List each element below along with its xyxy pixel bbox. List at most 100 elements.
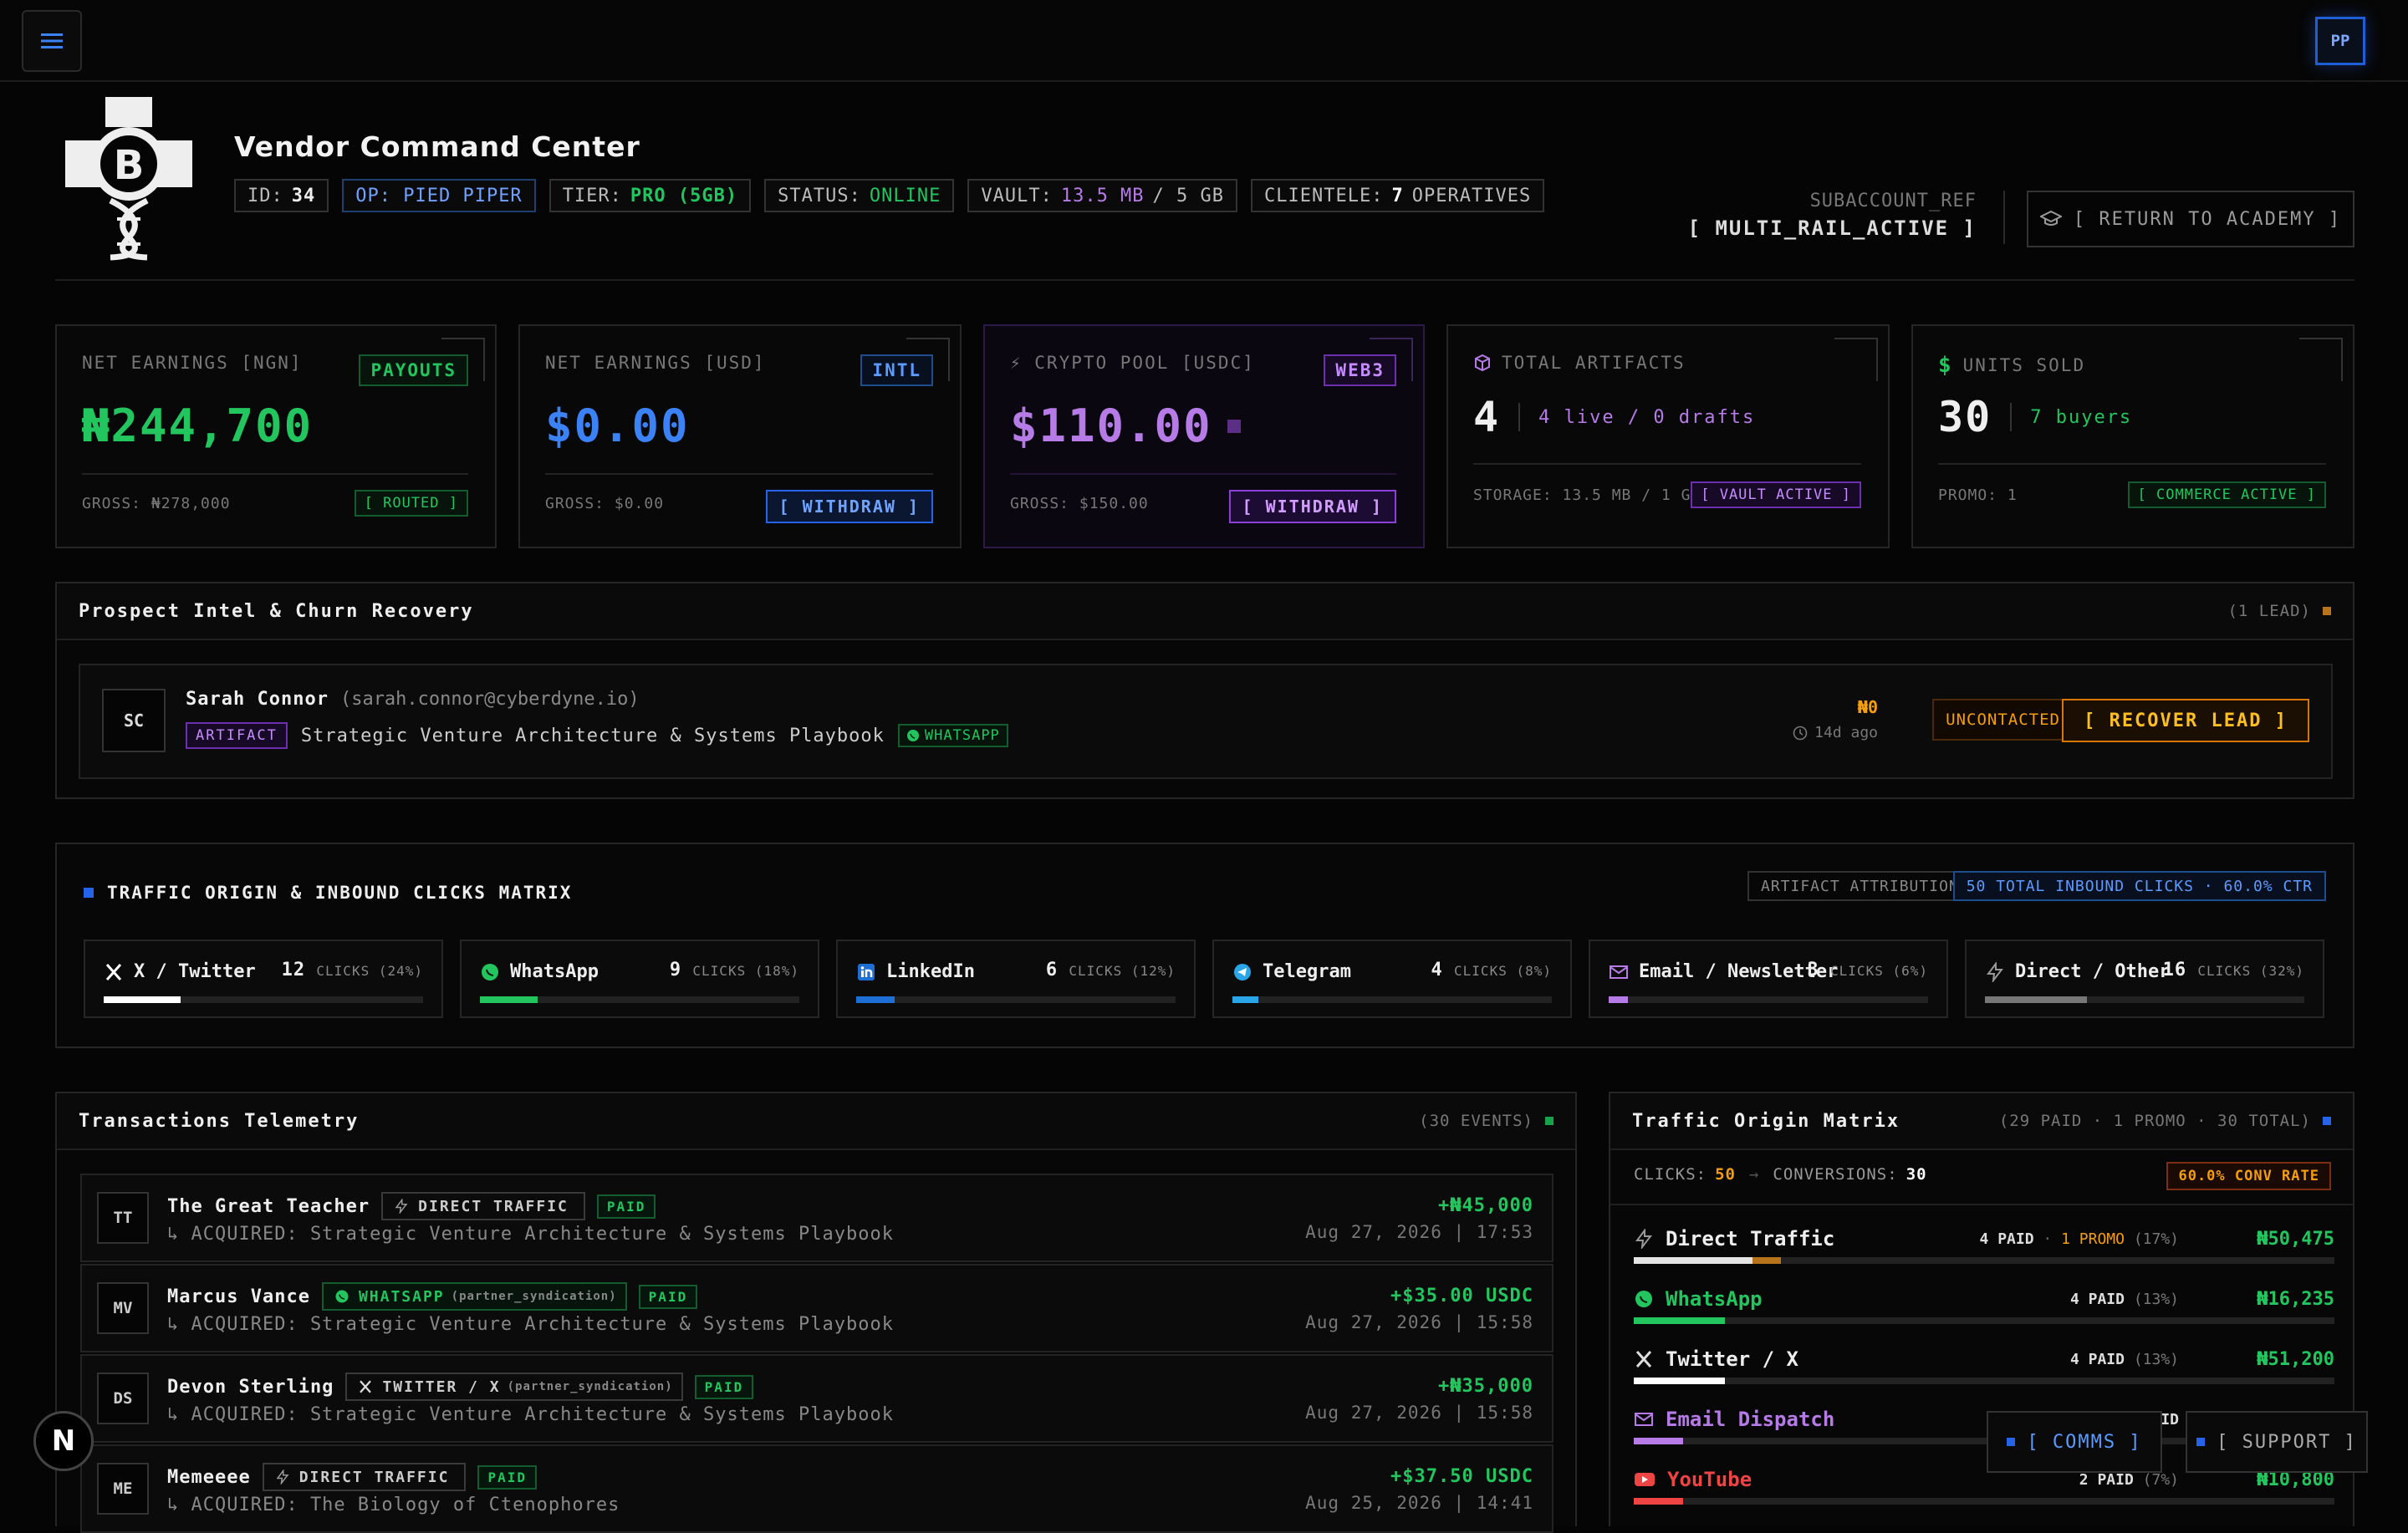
withdraw-usd-button[interactable]: [ WITHDRAW ] — [765, 490, 933, 523]
vault-chip-label: VAULT: — [981, 185, 1053, 206]
top-bar: PP — [0, 0, 2408, 82]
origin-row[interactable]: WhatsApp 4 PAID (13%) ₦16,235 — [1634, 1287, 2334, 1346]
tier-chip: TIER: PRO (5GB) — [548, 179, 752, 212]
panel-header: Traffic Origin Matrix (29 PAID · 1 PROMO… — [1610, 1093, 2353, 1150]
hamburger-icon — [41, 33, 63, 48]
traffic-matrix-header: TRAFFIC ORIGIN & INBOUND CLICKS MATRIX — [84, 883, 572, 903]
artifact-attribution-button[interactable]: ARTIFACT ATTRIBUTION — [1747, 871, 1972, 901]
panel-title: Traffic Origin Matrix — [1632, 1110, 1900, 1132]
traffic-source-card[interactable]: WhatsApp 9 CLICKS (18%) — [460, 940, 819, 1018]
lead-age-row: 14d ago — [1793, 724, 1878, 741]
clientele-chip-label: CLIENTELE: — [1264, 185, 1384, 206]
menu-button[interactable] — [22, 10, 82, 72]
next-dev-badge[interactable]: N — [33, 1411, 94, 1471]
source-chip: DIRECT TRAFFIC — [381, 1192, 585, 1220]
paid-badge: PAID — [596, 1194, 656, 1219]
page-title: Vendor Command Center — [234, 130, 640, 163]
svg-text:B: B — [114, 142, 145, 189]
buyers-count: 7 buyers — [2030, 406, 2133, 428]
comms-button[interactable]: [ COMMS ] — [1987, 1411, 2162, 1473]
origin-paid: 4 PAID — [2069, 1351, 2125, 1368]
mail-icon — [1634, 1409, 1654, 1429]
acquired-product: ↳ ACQUIRED: The Biology of Ctenophores — [167, 1495, 620, 1515]
source-chip: DIRECT TRAFFIC — [262, 1463, 467, 1491]
card-divider — [1010, 473, 1396, 475]
origin-percent: (7%) — [2142, 1471, 2179, 1489]
source-percent: CLICKS (24%) — [316, 963, 423, 979]
artifact-badge: ARTIFACT — [186, 722, 288, 749]
transaction-amount: +₦45,000 — [1438, 1195, 1533, 1216]
clientele-chip-suffix: OPERATIVES — [1411, 185, 1532, 206]
origin-label: YouTube — [1667, 1468, 1752, 1491]
subaccount-value: [ MULTI_RAIL_ACTIVE ] — [1687, 216, 1977, 240]
net-earnings-ngn-card: NET EARNINGS [NGN] PAYOUTS ₦244,700 GROS… — [55, 324, 497, 548]
origin-summary: (29 PAID · 1 PROMO · 30 TOTAL) — [1998, 1112, 2311, 1130]
lead-email: (sarah.connor@cyberdyne.io) — [339, 689, 640, 710]
status-dot — [2323, 607, 2331, 615]
origin-row[interactable]: Direct Traffic 4 PAID · 1 PROMO (17%) ₦5… — [1634, 1227, 2334, 1286]
arrow-icon: → — [1748, 1165, 1760, 1184]
clientele-chip: CLIENTELE: 7 OPERATIVES — [1251, 179, 1545, 212]
source-count: 4 — [1431, 960, 1443, 980]
transaction-row[interactable]: TT The Great Teacher DIRECT TRAFFIC PAID… — [80, 1174, 1553, 1262]
origin-progress-bar — [1634, 1317, 2334, 1324]
user-avatar-button[interactable]: PP — [2315, 17, 2365, 65]
matrix-dot — [84, 888, 94, 898]
traffic-source-card[interactable]: LinkedIn 6 CLICKS (12%) — [836, 940, 1196, 1018]
withdraw-crypto-button[interactable]: [ WITHDRAW ] — [1228, 490, 1396, 523]
card-divider — [1473, 463, 1861, 465]
panel-header: Prospect Intel & Churn Recovery (1 LEAD) — [57, 583, 2353, 640]
comms-dot — [2007, 1438, 2016, 1446]
origin-row[interactable]: YouTube 2 PAID (7%) ₦10,800 — [1634, 1468, 2334, 1526]
origin-progress-bar — [1634, 1498, 2334, 1505]
source-label: X / Twitter — [134, 961, 256, 982]
traffic-source-card[interactable]: Email / Newsletter 3 CLICKS (6%) — [1589, 940, 1948, 1018]
whatsapp-icon — [480, 962, 500, 982]
source-clicks: 16 CLICKS (32%) — [2163, 960, 2304, 980]
ngn-gross: GROSS: ₦278,000 — [82, 495, 231, 512]
web3-tag: WEB3 — [1324, 354, 1396, 386]
artifacts-detail: 4 live / 0 drafts — [1538, 406, 1756, 428]
card-label: TOTAL ARTIFACTS — [1473, 353, 1686, 373]
crypto-pool-row: $110.00 — [1010, 400, 1241, 452]
vault-chip-total: / 5 GB — [1152, 185, 1225, 206]
origin-progress-fill — [1634, 1438, 1683, 1444]
card-divider — [1938, 463, 2326, 465]
source-icon — [394, 1199, 409, 1214]
traffic-matrix-title: TRAFFIC ORIGIN & INBOUND CLICKS MATRIX — [107, 883, 573, 903]
linkedin-icon — [856, 962, 876, 982]
source-progress-fill — [1232, 996, 1258, 1003]
x-icon — [1634, 1349, 1654, 1369]
intl-tag: INTL — [860, 354, 933, 386]
traffic-source-card[interactable]: X / Twitter 12 CLICKS (24%) — [84, 940, 443, 1018]
recover-lead-button[interactable]: [ RECOVER LEAD ] — [2062, 699, 2309, 742]
buyer-name: Memeeee — [167, 1466, 251, 1488]
origin-row[interactable]: Twitter / X 4 PAID (13%) ₦51,200 — [1634, 1347, 2334, 1406]
origin-promo: 1 PROMO — [2061, 1230, 2125, 1248]
acquired-product: ↳ ACQUIRED: Strategic Venture Architectu… — [167, 1314, 894, 1335]
support-button[interactable]: [ SUPPORT ] — [2186, 1411, 2368, 1473]
traffic-source-card[interactable]: Direct / Other 16 CLICKS (32%) — [1965, 940, 2324, 1018]
transaction-row[interactable]: MV Marcus Vance WHATSAPP (partner_syndica… — [80, 1264, 1553, 1352]
artifacts-row: 4 4 live / 0 drafts — [1473, 393, 1755, 441]
transaction-row[interactable]: DS Devon Sterling TWITTER / X (partner_sy… — [80, 1354, 1553, 1443]
units-separator — [2010, 403, 2013, 431]
source-text: TWITTER / X — [382, 1378, 501, 1396]
source-name: Telegram — [1232, 961, 1351, 982]
lead-age: 14d ago — [1814, 724, 1878, 741]
transaction-row[interactable]: ME Memeeee DIRECT TRAFFIC PAID ↳ ACQUIRE… — [80, 1444, 1553, 1533]
return-to-academy-button[interactable]: [ RETURN TO ACADEMY ] — [2027, 191, 2354, 247]
cube-icon — [1475, 354, 1490, 372]
channel-label: WHATSAPP — [924, 727, 1000, 744]
buyer-avatar: TT — [97, 1192, 149, 1244]
lead-card[interactable]: SC Sarah Connor (sarah.connor@cyberdyne.… — [79, 664, 2333, 779]
origin-paid: 2 PAID — [2079, 1471, 2134, 1489]
units-sold-count: 30 — [1938, 393, 1992, 441]
status-dot — [2323, 1117, 2331, 1125]
source-count: 16 — [2162, 960, 2187, 980]
bolt-icon — [1634, 1229, 1654, 1249]
source-name: X / Twitter — [104, 961, 256, 982]
traffic-source-card[interactable]: Telegram 4 CLICKS (8%) — [1212, 940, 1572, 1018]
artifacts-separator — [1518, 403, 1521, 431]
units-label-text: UNITS SOLD — [1962, 355, 2086, 375]
